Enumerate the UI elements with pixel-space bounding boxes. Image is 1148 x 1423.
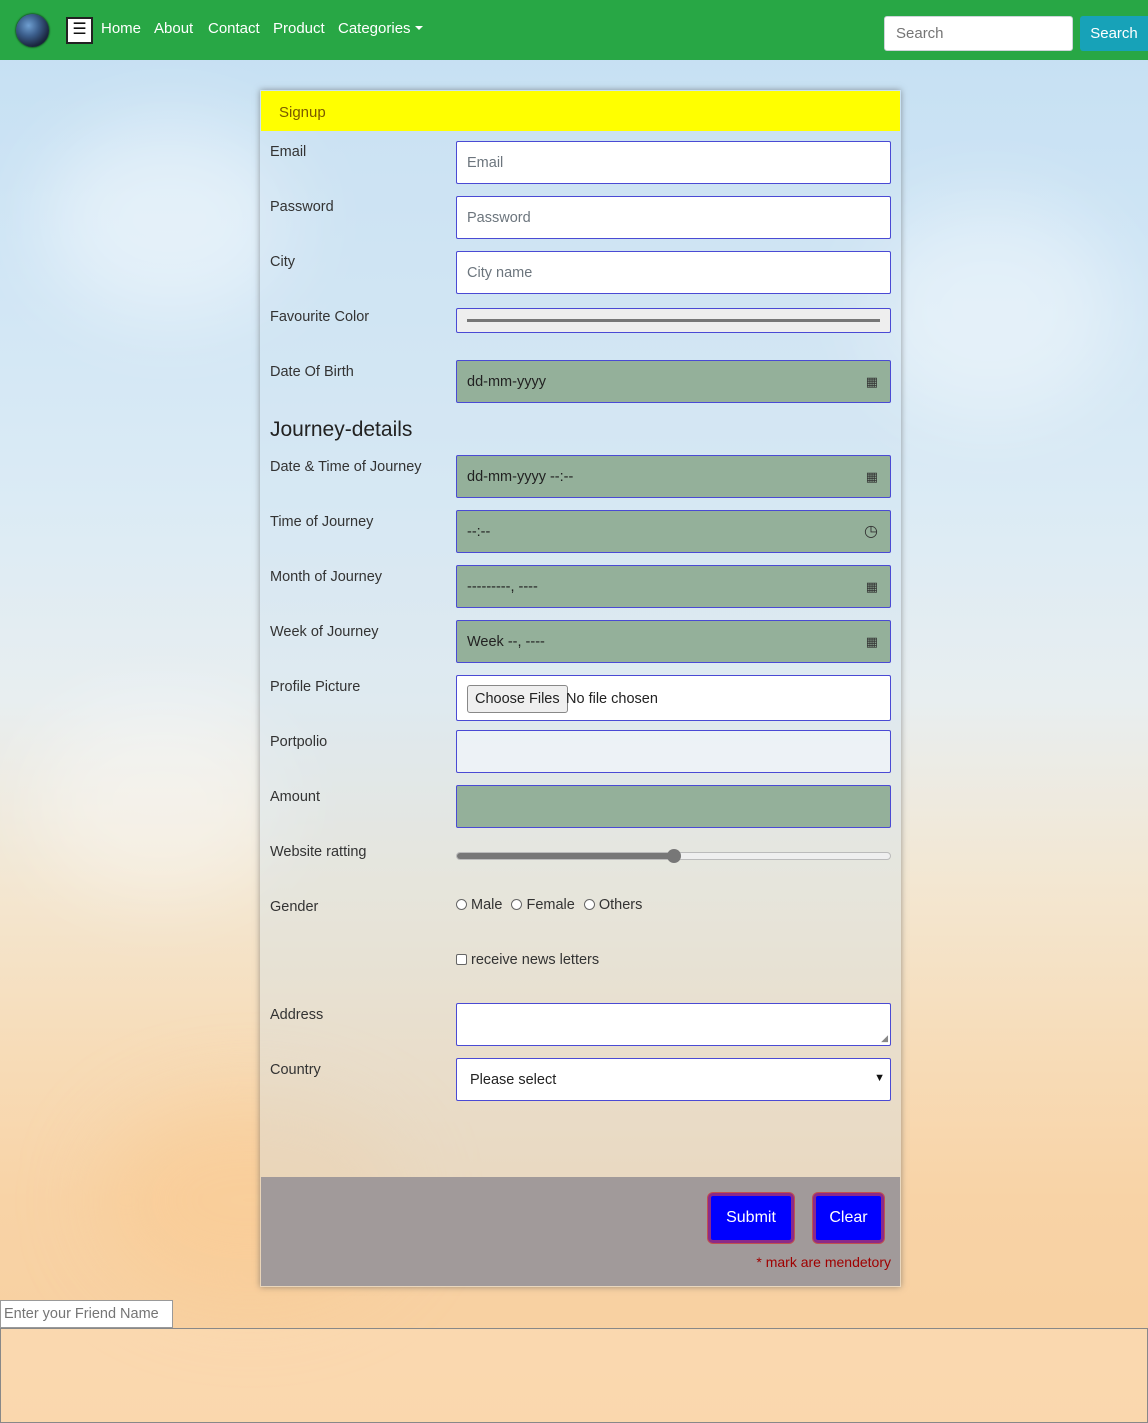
friend-name-input[interactable] [0,1300,173,1328]
journey-week-label: Week of Journey [270,624,379,640]
search-button[interactable]: Search [1080,16,1148,51]
background-cloud [30,700,290,900]
radio-male[interactable] [456,899,467,910]
newsletter-label: receive news letters [471,952,600,968]
clear-button[interactable]: Clear [813,1193,884,1243]
email-label: Email [270,144,307,160]
dob-field[interactable]: dd-mm-yyyy ▦ [456,360,891,403]
radio-female-label: Female [526,897,575,913]
globe-icon[interactable] [16,14,49,47]
friend-textarea[interactable] [0,1328,1148,1423]
journey-datetime-label: Date & Time of Journey [270,459,422,475]
signup-header: Signup [261,91,900,131]
file-status: No file chosen [566,691,658,707]
calendar-icon[interactable]: ▦ [866,579,878,595]
journey-details-title: Journey-details [270,418,413,441]
rating-slider[interactable] [456,849,891,863]
gender-radio-group: Male Female Others [456,897,647,913]
newsletter-checkbox[interactable] [456,954,467,965]
profile-picture-label: Profile Picture [270,679,361,695]
categories-label: Categories [338,20,411,37]
address-label: Address [270,1007,324,1023]
dob-label: Date Of Birth [270,364,354,380]
radio-male-label: Male [471,897,503,913]
password-label: Password [270,199,334,215]
amount-label: Amount [270,789,320,805]
chevron-down-icon: ▼ [874,1072,885,1084]
journey-week-field[interactable]: Week --, ---- ▦ [456,620,891,663]
journey-week-value: Week --, ---- [467,634,545,650]
navbar: ☰ Home About Contact Product Categories … [0,0,1148,60]
nav-categories-dropdown[interactable]: Categories [338,20,423,37]
mandatory-note: * mark are mendetory [756,1254,891,1270]
card-footer: Submit Clear * mark are mendetory [261,1177,900,1286]
journey-month-value: ---------, ---- [467,579,538,595]
resize-grip-icon[interactable]: ◢ [881,1034,888,1043]
calendar-icon[interactable]: ▦ [866,374,878,390]
amount-field[interactable] [456,785,891,828]
country-select[interactable]: Please select ▼ [456,1058,891,1101]
choose-files-button[interactable]: Choose Files [467,685,568,713]
slider-fill [457,853,674,859]
caret-down-icon [414,26,423,30]
calendar-icon[interactable]: ▦ [866,634,878,650]
nav-contact-link[interactable]: Contact [208,20,260,37]
nav-about-link[interactable]: About [154,20,193,37]
radio-female[interactable] [511,899,523,910]
calendar-icon[interactable]: ▦ [866,469,878,485]
slider-thumb[interactable] [666,849,681,863]
country-label: Country [270,1062,321,1078]
country-selected: Please select [470,1072,557,1088]
clock-icon[interactable]: ◷ [864,521,878,541]
signup-card: Signup Email Email Password Password Cit… [260,90,901,1287]
journey-time-value: --:-- [467,524,491,540]
portfolio-label: Portpolio [270,734,328,750]
city-field[interactable]: City name [456,251,891,294]
favourite-color-label: Favourite Color [270,309,370,325]
submit-button[interactable]: Submit [708,1193,794,1243]
journey-month-field[interactable]: ---------, ---- ▦ [456,565,891,608]
nav-home-link[interactable]: Home [101,20,141,37]
search-input[interactable] [884,16,1073,51]
portfolio-field[interactable] [456,730,891,773]
journey-datetime-field[interactable]: dd-mm-yyyy --:-- ▦ [456,455,891,498]
radio-others-label: Others [598,897,643,913]
color-swatch [467,319,880,322]
profile-picture-field: Choose Files No file chosen [456,675,891,721]
rating-label: Website ratting [270,844,367,860]
gender-label: Gender [270,899,319,915]
city-label: City [270,254,295,270]
radio-others[interactable] [583,899,595,910]
journey-time-label: Time of Journey [270,514,374,530]
hamburger-icon[interactable]: ☰ [66,17,93,44]
journey-month-label: Month of Journey [270,569,383,585]
password-field[interactable]: Password [456,196,891,239]
email-field[interactable]: Email [456,141,891,184]
address-textarea[interactable]: ◢ [456,1003,891,1046]
dob-value: dd-mm-yyyy [467,374,546,390]
journey-datetime-value: dd-mm-yyyy --:-- [467,469,574,485]
newsletter-row: receive news letters [456,952,599,968]
journey-time-field[interactable]: --:-- ◷ [456,510,891,553]
nav-product-link[interactable]: Product [273,20,325,37]
color-picker[interactable] [456,308,891,333]
